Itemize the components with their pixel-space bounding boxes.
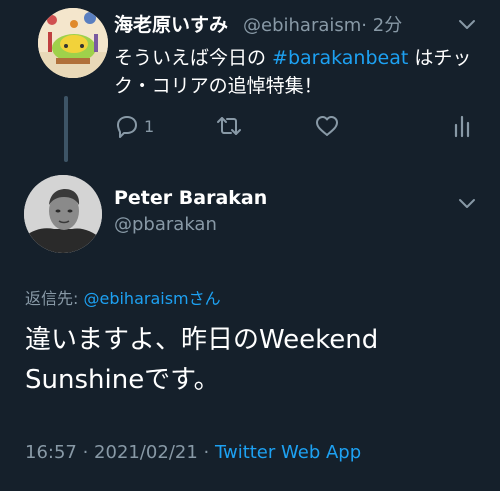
parent-display-name[interactable]: 海老原いすみ bbox=[114, 10, 228, 37]
chevron-down-icon bbox=[459, 20, 475, 29]
tweet-metadata: 16:57 · 2021/02/21 · Twitter Web App bbox=[25, 442, 361, 463]
parent-tweet-text: そういえば今日の #barakanbeat はチック・コリアの追悼特集！ bbox=[114, 44, 484, 100]
retweet-icon bbox=[217, 117, 241, 135]
analytics-button[interactable] bbox=[450, 113, 476, 141]
avatar-ebiharaism[interactable] bbox=[38, 8, 108, 78]
parent-time: · 2分 bbox=[361, 15, 403, 36]
client-app-link[interactable]: Twitter Web App bbox=[215, 442, 361, 463]
reply-icon bbox=[117, 116, 137, 138]
parent-tweet-menu[interactable] bbox=[458, 16, 476, 35]
reply-count: 1 bbox=[144, 117, 155, 136]
chevron-down-icon bbox=[459, 199, 475, 208]
parent-handle[interactable]: @ebiharaism bbox=[243, 15, 361, 36]
avatar-illustration bbox=[38, 8, 108, 78]
author-handle[interactable]: @pbarakan bbox=[114, 214, 217, 235]
analytics-icon bbox=[454, 115, 470, 138]
tweet-timestamp: 16:57 · 2021/02/21 · bbox=[25, 442, 215, 463]
thread-connector-line bbox=[64, 96, 68, 162]
like-icon bbox=[316, 116, 338, 136]
reply-suffix[interactable]: さん bbox=[189, 289, 221, 308]
like-button[interactable] bbox=[314, 113, 340, 141]
main-tweet-menu[interactable] bbox=[458, 195, 476, 214]
author-display-name[interactable]: Peter Barakan bbox=[114, 187, 267, 209]
reply-mention-link[interactable]: @ebiharaism bbox=[83, 289, 188, 308]
retweet-button[interactable] bbox=[216, 113, 242, 141]
parent-handle-time: @ebiharaism· 2分 bbox=[243, 11, 402, 37]
avatar-photo bbox=[24, 175, 102, 253]
reply-prefix: 返信先: bbox=[25, 289, 84, 308]
main-tweet-text: 違いますよ、昨日のWeekend Sunshineです。 bbox=[25, 325, 379, 395]
hashtag-link[interactable]: #barakanbeat bbox=[272, 47, 408, 69]
reply-button[interactable] bbox=[114, 113, 140, 141]
replying-to: 返信先: @ebiharaismさん bbox=[25, 285, 221, 309]
parent-text-before: そういえば今日の bbox=[114, 47, 273, 69]
avatar-pbarakan[interactable] bbox=[24, 175, 102, 253]
